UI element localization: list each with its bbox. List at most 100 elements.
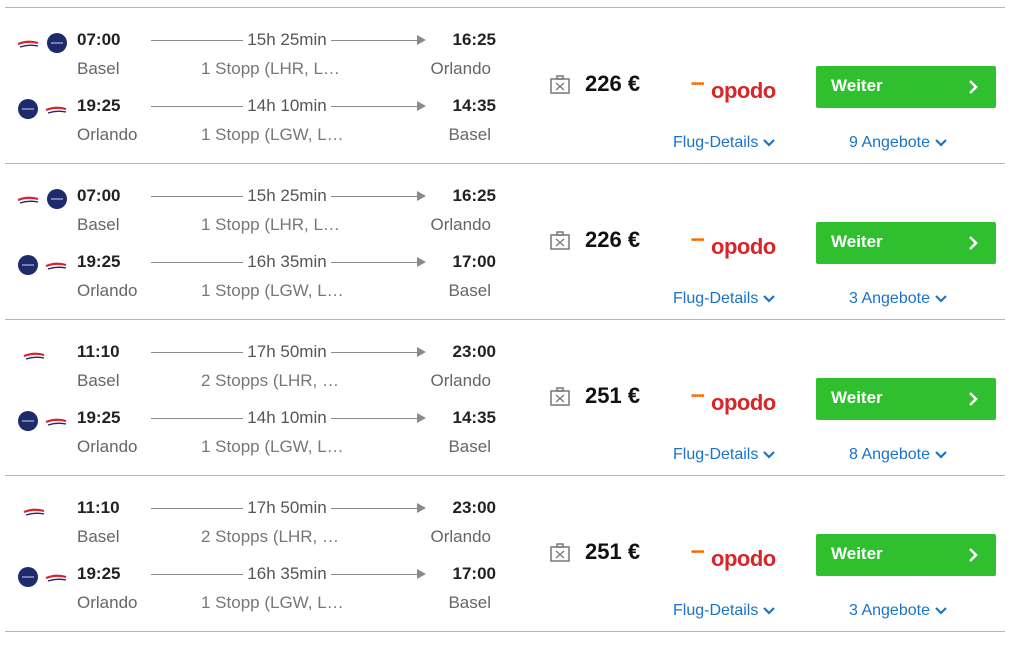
baggage-icon [550,231,570,250]
weiter-label: Weiter [831,76,883,95]
chevron-right-icon [969,548,978,562]
offers-link[interactable]: 3 Angebote [849,602,948,620]
flight-details-link[interactable]: Flug-Details [673,446,776,464]
chevron-right-icon [969,392,978,406]
route-line [151,262,243,263]
arrival-time: 14:35 [452,408,496,427]
outbound-leg: 07:00 15h 25min 16:25 Basel 1 Stopp (LHR… [5,184,505,244]
baggage-icon [550,543,570,562]
airline-logos [18,32,70,54]
route-line [151,352,243,353]
weiter-button[interactable]: Weiter [816,534,996,576]
weiter-label: Weiter [831,388,883,407]
provider-name: opodo [711,390,776,415]
arrival-city: Basel [448,593,491,612]
weiter-button[interactable]: Weiter [816,66,996,108]
arrow-right-icon [417,569,426,579]
weiter-label: Weiter [831,232,883,251]
return-leg: 19:25 14h 10min 14:35 Orlando 1 Stopp (L… [5,94,505,154]
return-leg: 19:25 14h 10min 14:35 Orlando 1 Stopp (L… [5,406,505,466]
stops-info: 2 Stopps (LHR, … [201,371,339,390]
departure-city: Basel [77,371,120,390]
arrow-right-icon [417,413,426,423]
airline-logos [18,254,70,276]
departure-city: Orlando [77,281,138,300]
chevron-down-icon [935,138,947,147]
flight-duration: 16h 35min [247,252,327,271]
route-line [151,106,243,107]
offers-label: 8 Angebote [849,446,930,463]
airline-roundel-logo-icon [18,411,38,431]
route-line [331,508,421,509]
flight-details-label: Flug-Details [673,446,759,463]
stops-info: 1 Stopp (LGW, L… [201,437,344,456]
offers-link[interactable]: 3 Angebote [849,290,948,308]
weiter-button[interactable]: Weiter [816,378,996,420]
airline-logos [18,566,70,588]
british-airways-logo-icon [18,40,39,48]
flight-duration: 14h 10min [247,96,327,115]
outbound-leg: 11:10 17h 50min 23:00 Basel 2 Stopps (LH… [5,340,505,400]
offers-link[interactable]: 8 Angebote [849,446,948,464]
results-list: 07:00 15h 25min 16:25 Basel 1 Stopp (LHR… [5,7,1005,632]
arrow-right-icon [417,35,426,45]
arrival-time: 17:00 [452,564,496,583]
baggage-icon [550,387,570,406]
result-card: 11:10 17h 50min 23:00 Basel 2 Stopps (LH… [5,475,1005,632]
arrow-right-icon [417,503,426,513]
arrival-city: Orlando [430,59,491,78]
offers-label: 3 Angebote [849,290,930,307]
stops-info: 1 Stopp (LHR, L… [201,215,340,234]
airline-logos [18,98,70,120]
route-line [151,574,243,575]
flight-details-label: Flug-Details [673,290,759,307]
arrival-time: 17:00 [452,252,496,271]
british-airways-logo-icon [45,106,67,114]
airline-logos [18,410,70,432]
flight-details-link[interactable]: Flug-Details [673,602,776,620]
return-leg: 19:25 16h 35min 17:00 Orlando 1 Stopp (L… [5,250,505,310]
arrival-time: 23:00 [452,498,496,517]
airline-roundel-logo-icon [18,567,38,587]
british-airways-logo-icon [23,352,45,360]
flight-details-link[interactable]: Flug-Details [673,134,776,152]
stops-info: 1 Stopp (LGW, L… [201,281,344,300]
chevron-right-icon [969,236,978,250]
british-airways-logo-icon [45,418,67,426]
chevron-down-icon [763,606,776,615]
arrow-right-icon [417,347,426,357]
outbound-leg: 11:10 17h 50min 23:00 Basel 2 Stopps (LH… [5,496,505,556]
departure-city: Orlando [77,437,138,456]
departure-time: 11:10 [77,498,120,517]
flight-duration: 16h 35min [247,564,327,583]
departure-time: 19:25 [77,408,121,427]
chevron-right-icon [969,80,978,94]
british-airways-logo-icon [45,574,67,582]
price: 251 € [585,383,641,408]
arrival-time: 16:25 [452,186,496,205]
flight-duration: 17h 50min [247,342,327,361]
offers-link[interactable]: 9 Angebote [849,134,948,152]
flight-details-link[interactable]: Flug-Details [673,290,776,308]
departure-time: 07:00 [77,186,121,205]
departure-city: Orlando [77,593,138,612]
result-card: 07:00 15h 25min 16:25 Basel 1 Stopp (LHR… [5,7,1005,163]
departure-time: 19:25 [77,564,121,583]
route-line [151,508,243,509]
weiter-button[interactable]: Weiter [816,222,996,264]
arrival-city: Orlando [430,527,491,546]
route-line [331,40,421,41]
airline-roundel-logo-icon [47,189,67,209]
price: 226 € [585,71,641,96]
baggage-icon [550,75,570,94]
return-leg: 19:25 16h 35min 17:00 Orlando 1 Stopp (L… [5,562,505,622]
flight-details-label: Flug-Details [673,602,759,619]
route-line [331,352,421,353]
offers-label: 9 Angebote [849,134,930,151]
stops-info: 1 Stopp (LGW, L… [201,125,344,144]
chevron-down-icon [935,450,947,459]
airline-logos [18,344,70,366]
route-line [331,418,421,419]
route-line [151,418,243,419]
flight-duration: 15h 25min [247,30,327,49]
